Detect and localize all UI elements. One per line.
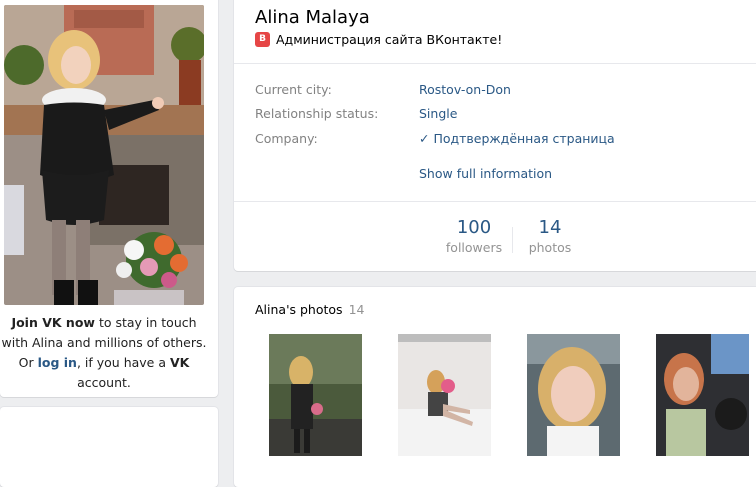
- login-link[interactable]: log in: [38, 355, 77, 370]
- status-text: Администрация сайта ВКонтакте!: [276, 32, 503, 47]
- info-value-city[interactable]: Rostov-on-Don: [419, 82, 511, 97]
- counter-separator: [512, 227, 513, 253]
- divider: [234, 63, 756, 64]
- info-label-relationship: Relationship status:: [255, 106, 379, 121]
- profile-status: В Администрация сайта ВКонтакте!: [255, 32, 502, 47]
- photos-count: 14: [538, 217, 562, 238]
- info-label-city: Current city:: [255, 82, 332, 97]
- join-suffix-2: account.: [77, 375, 131, 390]
- show-full-information-link[interactable]: Show full information: [419, 166, 552, 181]
- profile-info-card: Alina Malaya В Администрация сайта ВКонт…: [234, 0, 756, 271]
- photo-thumbnail[interactable]: [527, 334, 620, 456]
- info-row-relationship: Relationship status: Single: [255, 106, 457, 121]
- info-row-city: Current city: Rostov-on-Don: [255, 82, 511, 97]
- photo-thumbnail[interactable]: [398, 334, 491, 456]
- photo-thumbnail[interactable]: [269, 334, 362, 456]
- photos-header[interactable]: Alina's photos 14: [255, 302, 364, 317]
- followers-label: followers: [445, 240, 503, 255]
- divider: [234, 201, 756, 202]
- followers-count: 100: [456, 217, 492, 238]
- info-value-relationship[interactable]: Single: [419, 106, 457, 121]
- vk-label: VK: [169, 355, 190, 370]
- photos-label: photos: [528, 240, 572, 255]
- join-invitation: Join VK now to stay in touch with Alina …: [0, 313, 208, 393]
- vk-badge-icon: В: [255, 32, 270, 47]
- info-row-company: Company: ✓ Подтверждённая страница: [255, 131, 615, 146]
- join-suffix-1: , if you have a: [76, 355, 170, 370]
- photo-thumbnail[interactable]: [656, 334, 749, 456]
- join-vk-now: Join VK now: [11, 315, 95, 330]
- photos-title: Alina's photos: [255, 302, 343, 317]
- profile-name: Alina Malaya: [255, 7, 370, 28]
- left-secondary-card: [0, 407, 218, 487]
- photos-counter[interactable]: 14 photos: [520, 217, 580, 255]
- profile-avatar[interactable]: [4, 5, 204, 305]
- followers-counter[interactable]: 100 followers: [436, 217, 512, 255]
- info-label-company: Company:: [255, 131, 318, 146]
- photos-title-count: 14: [348, 302, 365, 317]
- photos-card: Alina's photos 14: [234, 287, 756, 487]
- info-value-company[interactable]: ✓ Подтверждённая страница: [419, 131, 615, 146]
- left-profile-card: Join VK now to stay in touch with Alina …: [0, 0, 218, 397]
